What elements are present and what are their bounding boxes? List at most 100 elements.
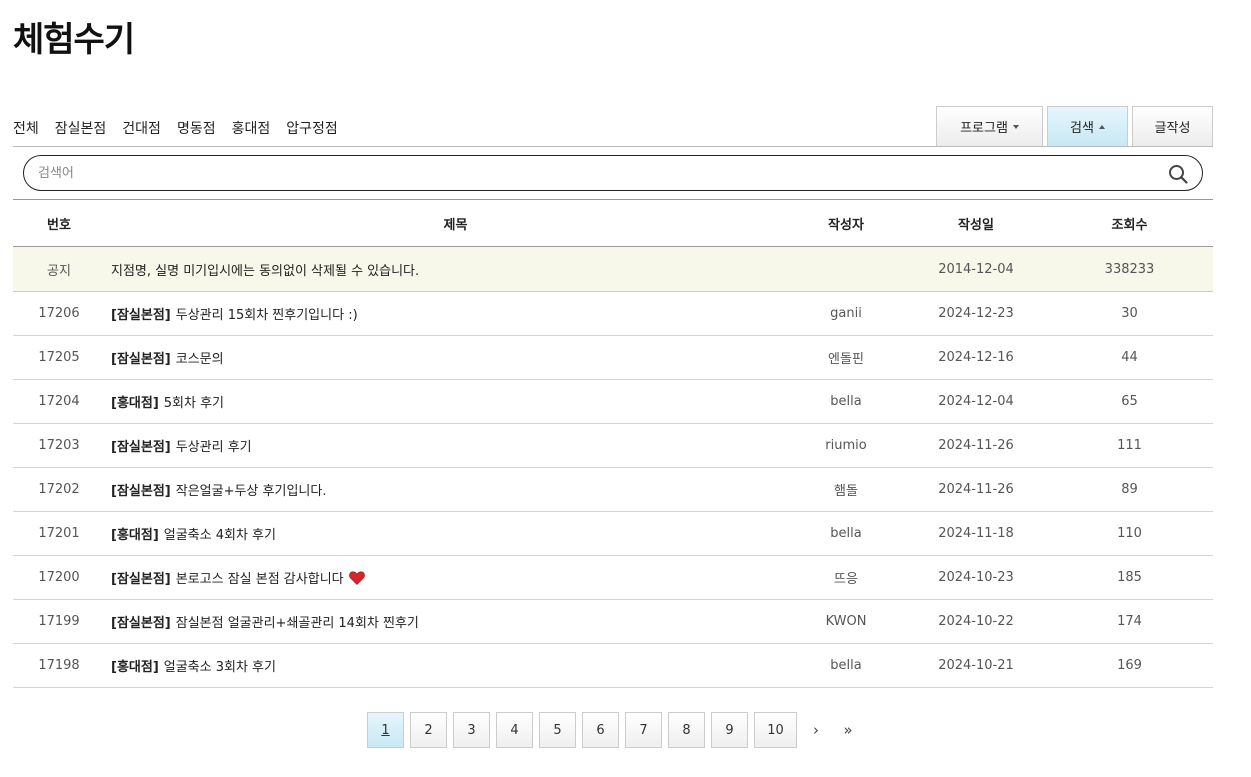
search-bar <box>23 155 1203 191</box>
header-author: 작성자 <box>828 217 864 233</box>
page-7-button[interactable]: 7 <box>625 712 662 748</box>
post-category: [홍대점] <box>111 396 159 411</box>
page-10-button[interactable]: 10 <box>754 712 797 748</box>
post-title: 두상관리 후기 <box>175 440 252 455</box>
table-header: 번호 제목 작성자 작성일 조회수 <box>13 200 1213 247</box>
post-author: bella <box>830 658 862 673</box>
table-row[interactable]: 17199 [잠실본점] 잠실본점 얼굴관리+쇄골관리 14회차 찐후기 KWON… <box>13 600 1213 644</box>
post-category: [홍대점] <box>111 528 159 543</box>
program-button-label: 프로그램 <box>960 121 1008 136</box>
post-category: [잠실본점] <box>111 440 171 455</box>
post-title-link[interactable]: [잠실본점] 두상관리 15회차 찐후기입니다 :) <box>105 304 806 323</box>
table-row[interactable]: 17202 [잠실본점] 작은얼굴+두상 후기입니다. 햄돌 2024-11-26… <box>13 468 1213 512</box>
post-views: 185 <box>1117 570 1142 585</box>
page-2-button[interactable]: 2 <box>410 712 447 748</box>
branch-filter-tabs: 전체 잠실본점 건대점 명동점 홍대점 압구정점 <box>13 118 338 138</box>
post-date: 2024-12-23 <box>938 306 1014 321</box>
table-row[interactable]: 17201 [홍대점] 얼굴축소 4회차 후기 bella 2024-11-18 … <box>13 512 1213 556</box>
header-title: 제목 <box>443 217 468 233</box>
post-title: 얼굴축소 4회차 후기 <box>163 528 276 543</box>
notice-label: 공지 <box>47 263 71 279</box>
post-author: 뜨응 <box>834 572 858 587</box>
write-post-button[interactable]: 글작성 <box>1132 106 1213 146</box>
post-category: [잠실본점] <box>111 308 171 323</box>
post-title-link[interactable]: [잠실본점] 두상관리 후기 <box>105 436 806 455</box>
post-date: 2024-10-23 <box>938 570 1014 585</box>
post-author: 엔돌핀 <box>828 352 864 367</box>
table-row[interactable]: 17200 [잠실본점] 본로고스 잠실 본점 감사합니다 뜨응 2024-10-… <box>13 556 1213 600</box>
post-title-link[interactable]: [홍대점] 5회차 후기 <box>105 392 806 411</box>
last-page-button[interactable]: » <box>835 712 861 748</box>
post-views: 89 <box>1121 482 1138 497</box>
post-views: 65 <box>1121 394 1138 409</box>
notice-date: 2014-12-04 <box>938 261 1014 277</box>
pagination: 1 2 3 4 5 6 7 8 9 10 › » <box>367 712 861 748</box>
post-date: 2024-10-21 <box>938 658 1014 673</box>
post-title: 5회차 후기 <box>163 396 225 411</box>
search-toggle-button[interactable]: 검색 <box>1047 106 1128 146</box>
page-5-button[interactable]: 5 <box>539 712 576 748</box>
post-category: [잠실본점] <box>111 484 171 499</box>
post-title-link[interactable]: [잠실본점] 본로고스 잠실 본점 감사합니다 <box>105 568 806 587</box>
post-date: 2024-11-26 <box>938 438 1014 453</box>
post-number: 17203 <box>38 438 80 453</box>
post-date: 2024-11-26 <box>938 482 1014 497</box>
post-title-link[interactable]: [홍대점] 얼굴축소 3회차 후기 <box>105 656 806 675</box>
write-button-label: 글작성 <box>1154 121 1191 136</box>
filter-hongdae[interactable]: 홍대점 <box>232 118 271 138</box>
post-number: 17205 <box>38 350 80 365</box>
post-number: 17206 <box>38 306 80 321</box>
post-views: 30 <box>1121 306 1138 321</box>
post-date: 2024-12-04 <box>938 394 1014 409</box>
table-row[interactable]: 17203 [잠실본점] 두상관리 후기 riumio 2024-11-26 11… <box>13 424 1213 468</box>
post-author: bella <box>830 526 862 541</box>
post-author: bella <box>830 394 862 409</box>
filter-jamsil[interactable]: 잠실본점 <box>55 118 107 138</box>
post-title-link[interactable]: [잠실본점] 잠실본점 얼굴관리+쇄골관리 14회차 찐후기 <box>105 612 806 631</box>
header-views: 조회수 <box>1111 217 1148 233</box>
post-author: riumio <box>825 438 867 453</box>
post-number: 17199 <box>38 614 80 629</box>
page-9-button[interactable]: 9 <box>711 712 748 748</box>
page-4-button[interactable]: 4 <box>496 712 533 748</box>
post-date: 2024-10-22 <box>938 614 1014 629</box>
search-icon[interactable] <box>1168 164 1188 184</box>
table-row[interactable]: 17205 [잠실본점] 코스문의 엔돌핀 2024-12-16 44 <box>13 336 1213 380</box>
filter-all[interactable]: 전체 <box>13 118 39 138</box>
search-input[interactable] <box>38 162 1138 184</box>
post-category: [잠실본점] <box>111 616 171 631</box>
table-row[interactable]: 17204 [홍대점] 5회차 후기 bella 2024-12-04 65 <box>13 380 1213 424</box>
post-title: 작은얼굴+두상 후기입니다. <box>175 484 327 499</box>
heart-icon <box>348 571 365 585</box>
post-title-link[interactable]: [홍대점] 얼굴축소 4회차 후기 <box>105 524 806 543</box>
post-views: 111 <box>1117 438 1142 453</box>
table-row[interactable]: 17198 [홍대점] 얼굴축소 3회차 후기 bella 2024-10-21 … <box>13 644 1213 688</box>
post-views: 174 <box>1117 614 1142 629</box>
post-category: [홍대점] <box>111 660 159 675</box>
caret-up-icon <box>1098 124 1105 129</box>
filter-apgujeong[interactable]: 압구정점 <box>286 118 338 138</box>
post-views: 169 <box>1117 658 1142 673</box>
notice-row[interactable]: 공지 지점명, 실명 미기입시에는 동의없이 삭제될 수 있습니다. 2014-… <box>13 247 1213 292</box>
post-title-link[interactable]: [잠실본점] 작은얼굴+두상 후기입니다. <box>105 480 806 499</box>
post-title: 본로고스 잠실 본점 감사합니다 <box>175 572 344 587</box>
post-date: 2024-12-16 <box>938 350 1014 365</box>
table-row[interactable]: 17206 [잠실본점] 두상관리 15회차 찐후기입니다 :) ganii 20… <box>13 292 1213 336</box>
page-6-button[interactable]: 6 <box>582 712 619 748</box>
post-title-link[interactable]: [잠실본점] 코스문의 <box>105 348 806 367</box>
filter-myeongdong[interactable]: 명동점 <box>177 118 216 138</box>
post-table: 번호 제목 작성자 작성일 조회수 공지 지점명, 실명 미기입시에는 동의없이… <box>13 199 1213 688</box>
page-8-button[interactable]: 8 <box>668 712 705 748</box>
post-date: 2024-11-18 <box>938 526 1014 541</box>
filter-kondae[interactable]: 건대점 <box>122 118 161 138</box>
page-1-button[interactable]: 1 <box>367 712 404 748</box>
post-title: 코스문의 <box>175 352 224 367</box>
page-3-button[interactable]: 3 <box>453 712 490 748</box>
post-number: 17201 <box>38 526 80 541</box>
next-page-button[interactable]: › <box>803 712 829 748</box>
toolbar-buttons: 프로그램 검색 글작성 <box>936 106 1213 146</box>
notice-views: 338233 <box>1104 261 1155 277</box>
program-dropdown-button[interactable]: 프로그램 <box>936 106 1043 146</box>
post-title: 두상관리 15회차 찐후기입니다 :) <box>175 308 358 323</box>
notice-title[interactable]: 지점명, 실명 미기입시에는 동의없이 삭제될 수 있습니다. <box>105 260 806 279</box>
